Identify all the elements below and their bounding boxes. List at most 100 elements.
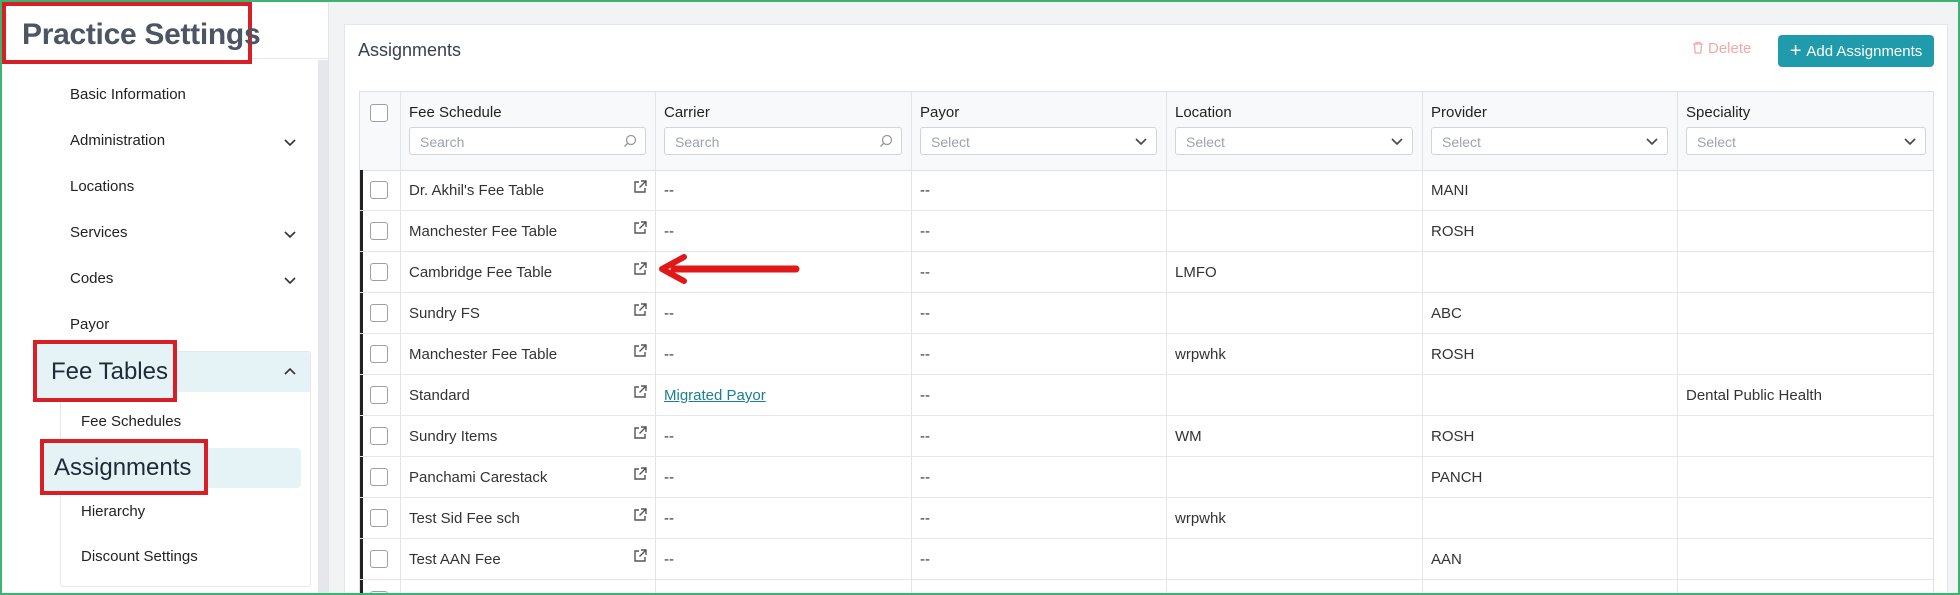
cell-carrier: -- <box>664 223 674 240</box>
row-checkbox[interactable] <box>370 386 388 404</box>
table-row[interactable]: Sundry FS -- -- ABC <box>360 293 1933 334</box>
filter-placeholder: Select <box>1186 134 1225 150</box>
external-link-icon[interactable] <box>632 548 648 564</box>
row-checkbox[interactable] <box>370 427 388 445</box>
sidebar-item-fee-schedules[interactable]: Fee Schedules <box>81 413 181 430</box>
cell-fee-schedule: Dr. Akhil's Fee Table <box>409 182 545 199</box>
chevron-down-icon[interactable] <box>283 273 297 287</box>
sidebar-scrollbar[interactable] <box>318 60 328 593</box>
cell-payor: -- <box>920 510 930 527</box>
cell-provider: PANCH <box>1431 469 1483 486</box>
row-checkbox[interactable] <box>370 345 388 363</box>
sidebar-item-0[interactable]: Basic Information <box>70 86 186 103</box>
column-select-dropdown[interactable]: Select <box>920 127 1157 155</box>
table-row[interactable]: Sundry Items -- -- WM ROSH <box>360 416 1933 457</box>
row-checkbox[interactable] <box>370 304 388 322</box>
external-link-icon[interactable] <box>632 343 648 359</box>
cell-payor: -- <box>920 428 930 445</box>
column-header: Location <box>1175 104 1232 121</box>
card-title: Assignments <box>358 40 462 60</box>
cell-payor: -- <box>920 305 930 322</box>
row-checkbox[interactable] <box>370 468 388 486</box>
cell-carrier: -- <box>664 551 674 568</box>
filter-placeholder: Select <box>931 134 970 150</box>
row-checkbox[interactable] <box>370 550 388 568</box>
delete-button[interactable]: Delete <box>1692 40 1751 57</box>
chevron-down-icon[interactable] <box>283 227 297 241</box>
table-row[interactable]: Manchester Fee Table -- -- ROSH <box>360 211 1933 252</box>
column-select-dropdown[interactable]: Select <box>1686 127 1926 155</box>
assignments-table: Fee Schedule Search Carrier Search Payor Sele… <box>359 91 1934 595</box>
table-row[interactable]: Manchester Fee Table -- -- wrpwhk ROSH <box>360 334 1933 375</box>
filter-placeholder: Search <box>420 134 465 150</box>
cell-provider: MANI <box>1431 182 1469 199</box>
table-row[interactable]: Test Sid Fee sch -- -- wrpwhk <box>360 498 1933 539</box>
cell-carrier: -- <box>664 305 674 322</box>
column-header: Carrier <box>664 104 710 121</box>
external-link-icon[interactable] <box>632 179 648 195</box>
row-checkbox[interactable] <box>370 222 388 240</box>
external-link-icon[interactable] <box>632 384 648 400</box>
column-select-dropdown[interactable]: Select <box>1175 127 1413 155</box>
row-checkbox[interactable] <box>370 181 388 199</box>
external-link-icon[interactable] <box>632 466 648 482</box>
cell-carrier: -- <box>664 182 674 199</box>
sidebar-item-fee-tables[interactable]: Fee Tables <box>51 358 168 386</box>
cell-carrier: -- <box>664 469 674 486</box>
select-all-checkbox[interactable] <box>370 104 388 122</box>
table-row[interactable]: Panchami Carestack -- -- PANCH <box>360 457 1933 498</box>
cell-carrier[interactable]: Migrated Payor <box>664 387 766 404</box>
cell-location: WM <box>1175 428 1202 445</box>
chevron-down-icon[interactable] <box>283 135 297 149</box>
table-row[interactable] <box>360 580 1933 594</box>
cell-fee-schedule: Test Sid Fee sch <box>409 510 520 527</box>
cell-fee-schedule: Sundry Items <box>409 428 498 445</box>
cell-location: wrpwhk <box>1175 510 1226 527</box>
table-row[interactable]: Dr. Akhil's Fee Table -- -- MANI <box>360 170 1933 211</box>
cell-provider: ROSH <box>1431 223 1475 240</box>
cell-fee-schedule: Manchester Fee Table <box>409 346 558 363</box>
sidebar-item-4[interactable]: Codes <box>70 270 113 287</box>
chevron-up-icon[interactable] <box>283 365 297 379</box>
external-link-icon[interactable] <box>632 302 648 318</box>
cell-location: wrpwhk <box>1175 346 1226 363</box>
table-row[interactable]: Standard Migrated Payor -- Dental Public He… <box>360 375 1933 416</box>
sidebar-item-assignments[interactable]: Assignments <box>54 454 191 482</box>
external-link-icon[interactable] <box>632 507 648 523</box>
cell-fee-schedule: Standard <box>409 387 470 404</box>
cell-carrier: -- <box>664 510 674 527</box>
sidebar-item-1[interactable]: Administration <box>70 132 165 149</box>
column-select-dropdown[interactable]: Select <box>1431 127 1668 155</box>
sidebar-item-5[interactable]: Payor <box>70 316 109 333</box>
fee-tables-highlight: Fee Tables <box>33 340 177 402</box>
sidebar-item-3[interactable]: Services <box>70 224 128 241</box>
cell-payor: -- <box>920 469 930 486</box>
sidebar-item-2[interactable]: Locations <box>70 178 134 195</box>
cell-fee-schedule: Panchami Carestack <box>409 469 548 486</box>
cell-payor: -- <box>920 223 930 240</box>
sidebar-item-hierarchy[interactable]: Hierarchy <box>81 503 145 520</box>
row-checkbox[interactable] <box>370 509 388 527</box>
external-link-icon[interactable] <box>632 220 648 236</box>
table-row[interactable]: Test AAN Fee -- -- AAN <box>360 539 1933 580</box>
chevron-down-icon <box>1645 134 1659 148</box>
add-assignments-button[interactable]: + Add Assignments <box>1778 35 1934 67</box>
column-header: Fee Schedule <box>409 104 502 121</box>
column-search-input[interactable]: Search <box>664 127 902 155</box>
plus-icon: + <box>1789 40 1802 62</box>
carrier-link[interactable]: Migrated Payor <box>664 387 766 404</box>
chevron-down-icon <box>1903 134 1917 148</box>
sidebar-item-discount-settings[interactable]: Discount Settings <box>81 548 198 565</box>
cell-fee-schedule: Sundry FS <box>409 305 480 322</box>
column-search-input[interactable]: Search <box>409 127 646 155</box>
row-checkbox[interactable] <box>370 591 388 594</box>
row-checkbox[interactable] <box>370 263 388 281</box>
cell-payor: -- <box>920 264 930 281</box>
add-assignments-label: Add Assignments <box>1806 42 1923 60</box>
external-link-icon[interactable] <box>632 425 648 441</box>
filter-placeholder: Search <box>675 134 720 150</box>
cell-location: LMFO <box>1175 264 1217 281</box>
table-row[interactable]: Cambridge Fee Table -- LMFO <box>360 252 1933 293</box>
red-arrow-annotation <box>659 254 800 284</box>
external-link-icon[interactable] <box>632 261 648 277</box>
